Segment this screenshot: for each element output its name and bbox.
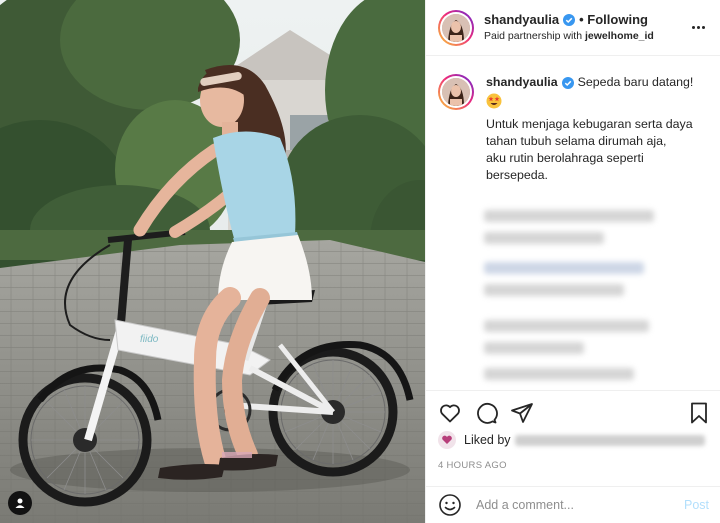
header-username[interactable]: shandyaulia (484, 11, 559, 29)
bookmark-icon[interactable] (687, 401, 711, 425)
verified-badge-icon (563, 14, 576, 26)
post-caption: shandyaulia Sepeda baru datang! Untuk me… (438, 74, 713, 184)
avatar[interactable] (438, 9, 474, 46)
caption-avatar[interactable] (438, 74, 474, 110)
avatar-image (442, 13, 470, 42)
liked-by-prefix: Liked by (464, 433, 511, 447)
user-tag-button[interactable] (8, 491, 32, 515)
smile-icon[interactable] (438, 493, 462, 517)
blurred-comments (484, 200, 714, 390)
caption-body: Untuk menjaga kebugaran serta daya tahan… (486, 117, 693, 182)
photo-scene: fiido (0, 0, 425, 523)
liker-avatar (438, 431, 456, 449)
caption-title: Sepeda baru datang! (577, 75, 694, 89)
comment-icon[interactable] (474, 401, 498, 425)
paid-partnership-label: Paid partnership with jewelhome_id (484, 30, 654, 42)
paper-plane-icon[interactable] (510, 401, 534, 425)
partner-link[interactable]: jewelhome_id (585, 30, 654, 42)
liked-by-blurred (514, 434, 705, 446)
heart-icon[interactable] (438, 401, 462, 425)
comment-bar: Post (426, 486, 720, 523)
post-actions: Liked by (426, 390, 720, 450)
liked-by[interactable]: Liked by (438, 431, 705, 449)
following-button[interactable]: • Following (579, 11, 648, 29)
verified-badge-icon (561, 76, 574, 89)
post-comment-button[interactable]: Post (684, 498, 709, 512)
star-struck-emoji-icon (486, 93, 502, 109)
post-timestamp[interactable]: 4 HOURS AGO (438, 460, 507, 471)
post-header: shandyaulia • Following Paid partnership… (426, 0, 720, 56)
caption-username[interactable]: shandyaulia (486, 74, 558, 91)
post-side-panel: shandyaulia • Following Paid partnership… (425, 0, 720, 523)
svg-text:fiido: fiido (140, 334, 159, 345)
comment-input[interactable] (476, 498, 676, 512)
more-options-icon[interactable] (689, 18, 707, 36)
person-icon (15, 498, 25, 508)
post-photo[interactable]: fiido (0, 0, 425, 523)
